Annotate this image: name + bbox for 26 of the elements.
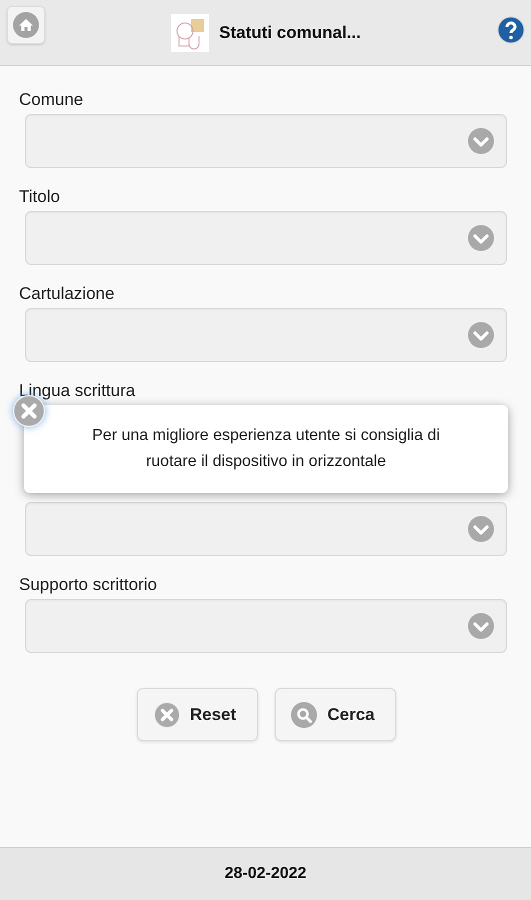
footer-date: 28-02-2022 <box>224 865 306 883</box>
select-field[interactable] <box>25 114 507 168</box>
chevron-down-icon <box>468 128 494 154</box>
search-icon <box>291 702 318 728</box>
search-button[interactable]: Cerca <box>274 688 396 741</box>
select-field[interactable] <box>25 502 507 556</box>
chevron-down-icon <box>468 225 494 251</box>
chevron-down-icon <box>468 322 494 348</box>
close-icon <box>154 702 180 728</box>
select-field[interactable] <box>25 308 507 362</box>
field-label: Lingua scrittura <box>19 381 136 402</box>
home-icon <box>13 12 39 38</box>
field-label: Supporto scrittorio <box>19 575 158 596</box>
help-icon[interactable] <box>497 16 525 44</box>
toast-message: Per una migliore esperienza utente si consiglia di ruotare il dispositivo in orizzontale <box>91 426 441 472</box>
select-field[interactable] <box>25 211 507 265</box>
chevron-down-icon <box>468 516 494 542</box>
select-field[interactable] <box>25 599 507 653</box>
field-label: Comune <box>19 90 84 111</box>
logo-icon <box>171 14 210 52</box>
field-label: Titolo <box>19 187 61 208</box>
home-button[interactable] <box>7 6 45 44</box>
chevron-down-icon <box>468 613 494 639</box>
app-title: Statuti comunal... <box>219 22 361 42</box>
field-label: Cartulazione <box>19 284 116 305</box>
reset-button[interactable]: Reset <box>136 688 258 741</box>
